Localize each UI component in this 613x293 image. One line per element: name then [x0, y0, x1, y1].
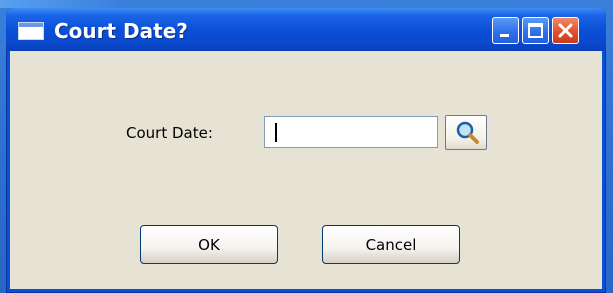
- maximize-button[interactable]: [522, 17, 549, 44]
- court-date-input[interactable]: [264, 116, 438, 148]
- desktop-background: [0, 0, 120, 8]
- maximize-icon: [528, 23, 543, 38]
- dialog-body: Court Date: OK Cancel: [10, 51, 602, 289]
- text-caret: [275, 123, 277, 142]
- court-date-label: Court Date:: [126, 124, 213, 142]
- minimize-button[interactable]: [492, 17, 519, 44]
- ok-button[interactable]: OK: [140, 225, 278, 264]
- minimize-icon: [500, 34, 509, 37]
- cancel-button[interactable]: Cancel: [322, 225, 460, 264]
- window-icon: [18, 22, 44, 40]
- close-button[interactable]: [552, 17, 579, 44]
- date-lookup-button[interactable]: [445, 115, 487, 150]
- window-title: Court Date?: [54, 19, 188, 43]
- dialog-window: Court Date? Court Date: OK Cancel: [6, 8, 606, 293]
- dialog-panel: Court Date: OK Cancel: [10, 51, 602, 289]
- close-icon: [558, 23, 573, 38]
- title-bar[interactable]: Court Date?: [6, 8, 606, 51]
- magnifier-icon: [456, 121, 479, 144]
